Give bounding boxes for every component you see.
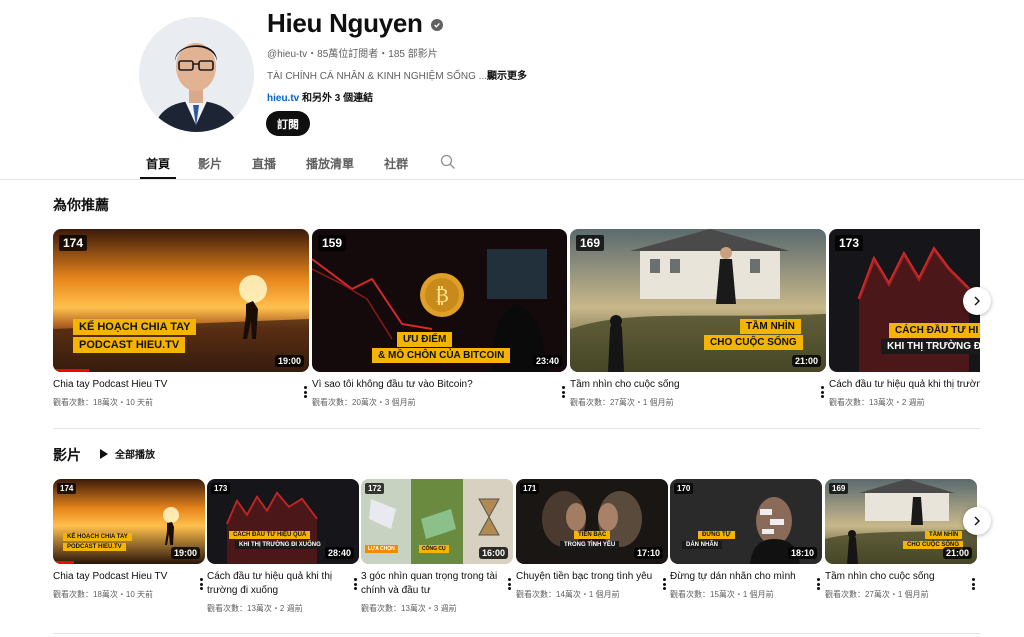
video-title[interactable]: Chia tay Podcast Hieu TV [53,378,309,392]
video-number-badge: 174 [59,235,88,251]
video-card[interactable]: ĐỪNG TỰ DÁN NHÃN 170 18:10 Đừng tự dán n… [670,479,822,600]
video-meta: 觀看次數：27萬次・1 個月前 [570,398,674,407]
channel-meta: @hieu-tv・85萬位訂閱者・185 部影片 [267,49,438,60]
show-more-link[interactable]: 顯示更多 [487,71,527,82]
video-number-badge: 173 [211,483,231,494]
channel-description[interactable]: TÀI CHÍNH CÁ NHÂN & KINH NGHIỆM SỐNG ...… [267,67,527,82]
video-meta: 觀看次數：13萬次・3 週前 [361,604,457,613]
video-meta: 觀看次數：20萬次・3 個月前 [312,398,416,407]
video-card[interactable]: CÁCH ĐẦU TƯ HI KHI THỊ TRƯỜNG Đ 173 Cách… [829,229,980,408]
video-duration: 28:40 [324,547,354,559]
video-number-badge: 170 [674,483,694,494]
video-number-badge: 169 [829,483,849,494]
video-meta: 觀看次數：13萬次・2 週前 [829,398,925,407]
video-thumbnail[interactable]: CÁCH ĐẦU TƯ HIỆU QUẢ KHI THỊ TRƯỜNG ĐI X… [207,479,359,564]
video-meta: 觀看次數：15萬次・1 個月前 [670,590,774,599]
video-duration: 23:40 [532,355,562,367]
section-divider [53,633,980,634]
video-number-badge: 171 [520,483,540,494]
carousel-next-button[interactable] [963,507,991,535]
video-duration: 21:00 [791,355,821,367]
more-options-icon[interactable] [508,578,511,590]
video-duration: 21:00 [942,547,972,559]
video-card[interactable]: KẾ HOẠCH CHIA TAY PODCAST HIEU.TV 174 19… [53,479,205,600]
tab-live[interactable]: 直播 [252,146,276,179]
watch-progress-bar [53,561,75,564]
video-duration: 19:00 [170,547,200,559]
channel-link[interactable]: hieu.tv [267,93,299,104]
tab-community[interactable]: 社群 [384,146,408,179]
video-card[interactable]: TẦM NHÌN CHO CUỘC SỐNG 169 21:00 Tầm nhì… [570,229,826,408]
subscribe-button[interactable]: 訂閱 [266,111,310,136]
video-duration: 16:00 [478,547,508,559]
video-number-badge: 172 [365,483,385,494]
video-title[interactable]: Chia tay Podcast Hieu TV [53,570,205,584]
video-duration: 18:10 [787,547,817,559]
play-icon [100,448,108,459]
video-meta: 觀看次數：13萬次・2 週前 [207,604,303,613]
svg-text:₿: ₿ [435,283,449,307]
more-options-icon[interactable] [200,578,203,590]
video-thumbnail[interactable]: LỰA CHỌN CÔNG CỤ 172 16:00 [361,479,513,564]
video-number-badge: 159 [318,235,347,251]
video-card[interactable]: CÁCH ĐẦU TƯ HIỆU QUẢ KHI THỊ TRƯỜNG ĐI X… [207,479,359,614]
video-thumbnail[interactable]: KẾ HOẠCH CHIA TAY PODCAST HIEU.TV 174 19… [53,229,309,372]
video-meta: 觀看次數：18萬次・10 天前 [53,398,154,407]
video-number-badge: 169 [576,235,605,251]
play-all-button[interactable]: 全部播放 [99,446,155,461]
video-thumbnail[interactable]: ₿ ƯU ĐIỂM & MỒ CHÔN CỦA BITCOIN 159 23:4… [312,229,567,372]
more-options-icon[interactable] [304,386,307,398]
video-meta: 觀看次數：18萬次・10 天前 [53,590,154,599]
more-options-icon[interactable] [817,578,820,590]
video-duration: 19:00 [274,355,304,367]
video-title[interactable]: Vì sao tôi không đầu tư vào Bitcoin? [312,378,567,392]
tab-videos[interactable]: 影片 [198,146,222,179]
channel-avatar [139,17,254,132]
more-options-icon[interactable] [972,578,975,590]
video-title[interactable]: Tầm nhìn cho cuộc sống [570,378,826,392]
video-thumbnail[interactable]: TẦM NHÌN CHO CUỘC SỐNG 169 21:00 [570,229,826,372]
tab-home[interactable]: 首頁 [140,146,177,179]
carousel-next-button[interactable] [963,287,991,315]
chevron-right-icon [974,516,980,526]
channel-links[interactable]: hieu.tv 和另外 3 個連結 [267,89,373,104]
more-options-icon[interactable] [821,386,824,398]
video-number-badge: 173 [835,235,864,251]
search-icon[interactable] [440,154,456,170]
channel-tabs: 首頁 影片 直播 播放清單 社群 [140,146,456,179]
more-options-icon[interactable] [663,578,666,590]
video-meta: 觀看次數：14萬次・1 個月前 [516,590,620,599]
video-thumbnail[interactable]: TẦM NHÌN CHO CUỘC SỐNG 169 21:00 [825,479,977,564]
video-number-badge: 174 [57,483,77,494]
video-card[interactable]: TIỀN BẠC TRONG TÌNH YÊU 171 17:10 Chuyện… [516,479,668,600]
more-options-icon[interactable] [354,578,357,590]
section-divider [53,428,980,429]
watch-progress-bar [53,369,89,372]
video-duration: 17:10 [633,547,663,559]
video-thumbnail[interactable]: ĐỪNG TỰ DÁN NHÃN 170 18:10 [670,479,822,564]
video-title[interactable]: Chuyện tiền bạc trong tình yêu [516,570,668,584]
video-card[interactable]: TẦM NHÌN CHO CUỘC SỐNG 169 21:00 Tầm nhì… [825,479,977,600]
video-thumbnail[interactable]: TIỀN BẠC TRONG TÌNH YÊU 171 17:10 [516,479,668,564]
video-thumbnail[interactable]: CÁCH ĐẦU TƯ HI KHI THỊ TRƯỜNG Đ 173 [829,229,980,372]
video-title[interactable]: Cách đầu tư hiệu quả khi thị trường đi x… [207,570,359,598]
more-links[interactable]: 和另外 3 個連結 [302,93,373,104]
video-card[interactable]: KẾ HOẠCH CHIA TAY PODCAST HIEU.TV 174 19… [53,229,309,408]
video-title[interactable]: 3 góc nhìn quan trọng trong tài chính và… [361,570,513,598]
section-title-videos: 影片 [53,447,81,463]
video-card[interactable]: ₿ ƯU ĐIỂM & MỒ CHÔN CỦA BITCOIN 159 23:4… [312,229,567,408]
channel-name: Hieu Nguyen [267,8,443,39]
video-thumbnail[interactable]: KẾ HOẠCH CHIA TAY PODCAST HIEU.TV 174 19… [53,479,205,564]
video-title[interactable]: Cách đầu tư hiệu quả khi thị trường đi x… [829,378,980,392]
more-options-icon[interactable] [562,386,565,398]
video-card[interactable]: LỰA CHỌN CÔNG CỤ 172 16:00 3 góc nhìn qu… [361,479,513,614]
video-meta: 觀看次數：27萬次・1 個月前 [825,590,929,599]
verified-icon [430,19,443,31]
section-title-recommended: 為你推薦 [53,197,109,213]
video-title[interactable]: Đừng tự dán nhãn cho mình [670,570,822,584]
tabs-divider [0,179,1024,180]
chevron-right-icon [974,296,980,306]
video-title[interactable]: Tầm nhìn cho cuộc sống [825,570,977,584]
tab-playlists[interactable]: 播放清單 [306,146,354,179]
